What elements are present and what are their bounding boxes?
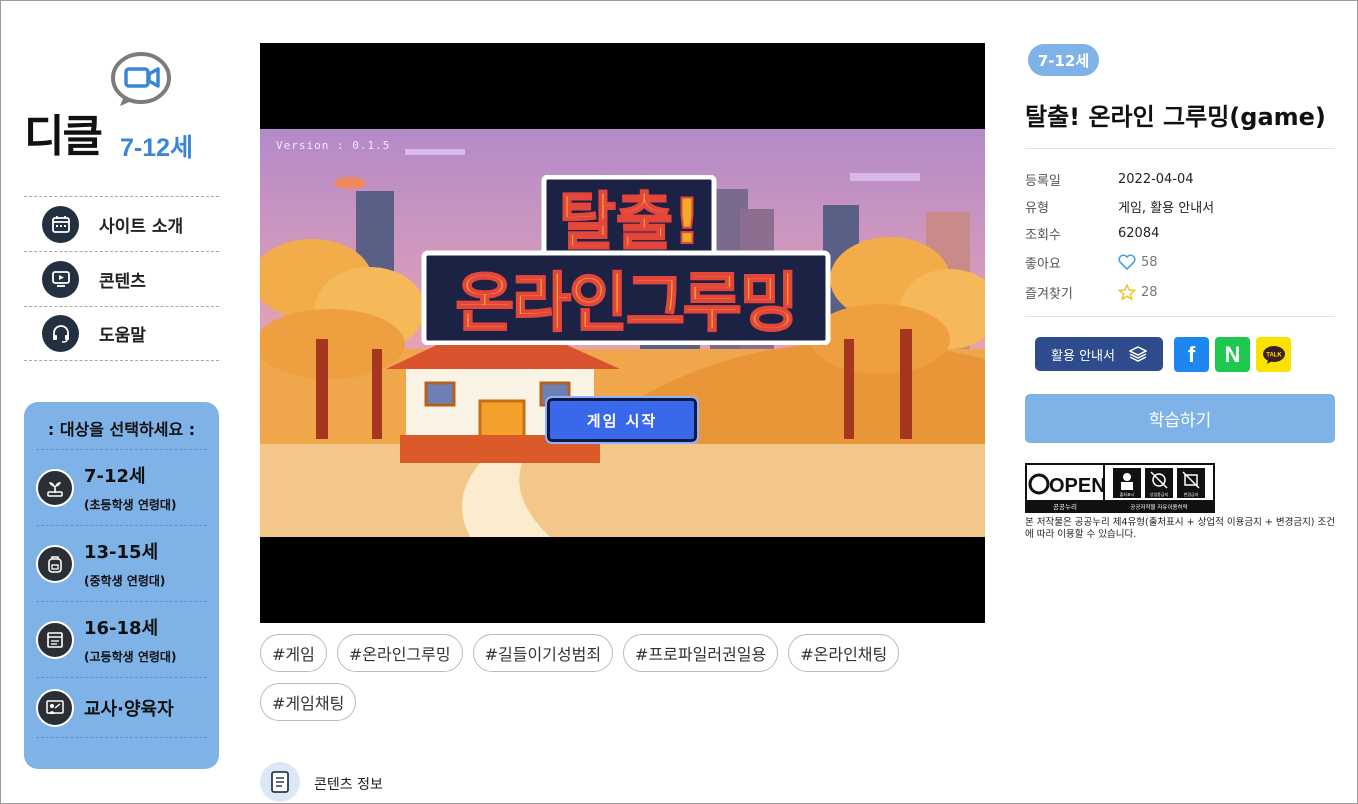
meta-row-likes: 좋아요 58	[1025, 247, 1335, 277]
target-label: 7-12세	[84, 466, 146, 487]
sidebar-nav: 사이트 소개 콘텐츠 도움말	[24, 196, 219, 361]
meta-row-views: 조회수 62084	[1025, 220, 1335, 247]
favorites-count: 28	[1141, 284, 1158, 300]
license-kogl: 공공누리	[1053, 502, 1077, 511]
kakaotalk-share-button[interactable]: TALK	[1256, 337, 1291, 372]
heart-icon	[1118, 254, 1136, 270]
nav-item-contents[interactable]: 콘텐츠	[24, 251, 219, 306]
meta-value: 게임, 활용 안내서	[1118, 201, 1215, 216]
kakaotalk-icon: TALK	[1262, 345, 1285, 364]
meta-row-date: 등록일 2022-04-04	[1025, 166, 1335, 193]
meta-key: 조회수	[1025, 228, 1061, 243]
backpack-icon	[36, 544, 74, 583]
game-title-line1: 탈출!	[559, 185, 701, 258]
meta-key: 유형	[1025, 201, 1049, 216]
tag-chip[interactable]: #게임채팅	[260, 683, 357, 721]
tag-list: #게임 #온라인그루밍 #길들이기성범죄 #프로파일러권일용 #온라인채팅 #게…	[260, 634, 985, 732]
tag-chip[interactable]: #길들이기성범죄	[472, 634, 614, 672]
target-item-7-12[interactable]: 7-12세 (초등학생 연령대)	[36, 450, 207, 526]
likes-count: 58	[1141, 254, 1158, 270]
target-sub: (중학생 연령대)	[84, 574, 166, 588]
site-logo[interactable]: 디클 7-12세	[24, 52, 224, 162]
facebook-icon: f	[1187, 341, 1196, 367]
meta-key: 좋아요	[1025, 256, 1061, 272]
guide-button-label: 활용 안내서	[1051, 348, 1115, 364]
game-scene: Version : 0.1.5 탈출! 온라인그루밍 게임 시작	[260, 129, 985, 537]
brand-name: 디클	[24, 111, 103, 162]
target-sub: (초등학생 연령대)	[84, 498, 177, 512]
age-badge: 7-12세	[1028, 44, 1099, 76]
license-sub: 공공저작물 자유이용허락	[1130, 503, 1187, 511]
favorite-toggle[interactable]: 28	[1118, 283, 1158, 301]
calendar-icon	[42, 205, 79, 243]
sprout-icon	[36, 468, 74, 507]
nav-item-help[interactable]: 도움말	[24, 306, 219, 361]
divider	[1025, 316, 1335, 317]
content-info-section: 콘텐츠 정보	[260, 762, 383, 802]
divider	[1025, 148, 1335, 149]
nav-label: 도움말	[99, 326, 146, 346]
star-icon	[1118, 283, 1136, 301]
nav-label: 콘텐츠	[99, 271, 146, 292]
document-icon	[260, 762, 300, 802]
book-icon	[36, 620, 74, 659]
target-label: 16-18세	[84, 618, 159, 639]
tag-chip[interactable]: #온라인채팅	[788, 634, 900, 672]
learn-button[interactable]: 학습하기	[1025, 394, 1335, 443]
target-item-16-18[interactable]: 16-18세 (고등학생 연령대)	[36, 602, 207, 678]
tag-chip[interactable]: #프로파일러권일용	[623, 634, 779, 672]
naver-icon: N	[1224, 341, 1241, 367]
tag-chip[interactable]: #게임	[260, 634, 327, 672]
target-selector: : 대상을 선택하세요 : 7-12세 (초등학생 연령대) 13-15세 (중…	[24, 402, 219, 769]
svg-text:출처표시: 출처표시	[1120, 491, 1135, 497]
target-label: 교사·양육자	[84, 698, 174, 720]
tag-chip[interactable]: #온라인그루밍	[336, 634, 463, 672]
meta-key: 즐겨찾기	[1025, 286, 1073, 302]
meta-row-favorites: 즐겨찾기 28	[1025, 277, 1335, 307]
target-sub: (고등학생 연령대)	[84, 650, 177, 664]
naver-share-button[interactable]: N	[1215, 337, 1250, 372]
meta-value: 62084	[1118, 226, 1160, 241]
game-start-button[interactable]: 게임 시작	[545, 396, 699, 444]
game-player[interactable]: Version : 0.1.5 탈출! 온라인그루밍 게임 시작	[260, 43, 985, 623]
content-meta: 등록일 2022-04-04 유형 게임, 활용 안내서 조회수 62084 좋…	[1025, 166, 1335, 307]
page-title: 탈출! 온라인 그루밍(game)	[1025, 103, 1326, 131]
license-open: OPEN	[1049, 475, 1106, 497]
kogl-license-badge: OPEN 공공누리 공공저작물 자유이용허락 출처표시 상업용금지 변경금지	[1025, 463, 1215, 513]
guide-download-button[interactable]: 활용 안내서	[1035, 337, 1163, 371]
like-toggle[interactable]: 58	[1118, 254, 1158, 270]
game-title-line2: 온라인그루밍	[455, 267, 796, 341]
svg-text:TALK: TALK	[1266, 352, 1282, 358]
nav-label: 사이트 소개	[99, 216, 184, 237]
target-title: : 대상을 선택하세요 :	[36, 402, 207, 450]
headset-icon	[42, 315, 79, 352]
game-title-art: 탈출! 온라인그루밍	[421, 175, 831, 345]
brand-age: 7-12세	[120, 134, 194, 162]
meta-row-type: 유형 게임, 활용 안내서	[1025, 193, 1335, 220]
facebook-share-button[interactable]: f	[1174, 337, 1209, 372]
teacher-icon	[36, 688, 74, 727]
target-item-teacher[interactable]: 교사·양육자	[36, 678, 207, 738]
meta-value: 2022-04-04	[1118, 172, 1194, 187]
play-monitor-icon	[42, 260, 79, 298]
license-notice: 본 저작물은 공공누리 제4유형(출처표시 + 상업적 이용금지 + 변경금지)…	[1025, 517, 1336, 540]
game-version: Version : 0.1.5	[276, 139, 391, 152]
video-camera-icon	[111, 52, 171, 106]
nav-item-site-intro[interactable]: 사이트 소개	[24, 196, 219, 251]
svg-text:상업용금지: 상업용금지	[1150, 491, 1169, 497]
target-item-13-15[interactable]: 13-15세 (중학생 연령대)	[36, 526, 207, 602]
svg-text:변경금지: 변경금지	[1184, 491, 1199, 497]
meta-key: 등록일	[1025, 174, 1061, 189]
content-info-label: 콘텐츠 정보	[314, 777, 383, 793]
target-label: 13-15세	[84, 542, 159, 563]
layers-icon	[1128, 346, 1147, 362]
